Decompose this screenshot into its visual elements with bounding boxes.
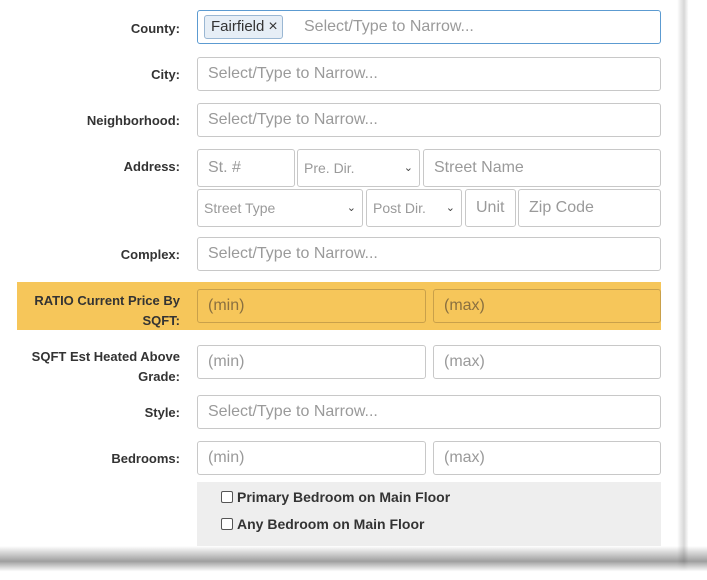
city-label: City: — [151, 67, 180, 82]
post-direction-select[interactable]: Post Dir. ⌄ — [366, 189, 462, 227]
complex-label: Complex: — [120, 247, 180, 262]
county-input[interactable]: Select/Type to Narrow... — [304, 11, 474, 43]
sqft-heated-label: SQFT Est Heated Above Grade: — [32, 347, 180, 387]
county-tag-fairfield: Fairfield × — [204, 15, 283, 39]
checkbox[interactable] — [221, 518, 233, 530]
county-label: County: — [130, 21, 180, 36]
bedrooms-min-input[interactable]: (min) — [197, 441, 426, 475]
ratio-label-line2: SQFT: — [142, 313, 180, 328]
street-type-select[interactable]: Street Type ⌄ — [197, 189, 363, 227]
style-label: Style: — [144, 405, 180, 420]
ratio-price-sqft-label: RATIO Current Price By SQFT: — [34, 291, 180, 331]
pre-direction-select[interactable]: Pre. Dir. ⌄ — [297, 149, 420, 187]
ratio-min-input[interactable]: (min) — [197, 289, 426, 323]
post-direction-value: Post Dir. — [373, 200, 426, 216]
remove-tag-icon[interactable]: × — [268, 18, 277, 35]
sqft-max-input[interactable]: (max) — [433, 345, 661, 379]
street-number-input[interactable]: St. # — [197, 149, 295, 187]
street-name-input[interactable]: Street Name — [423, 149, 661, 187]
checkbox-label: Primary Bedroom on Main Floor — [237, 489, 451, 505]
checkbox-label: Any Bedroom on Main Floor — [237, 516, 425, 532]
sqft-label-line2: Grade: — [138, 369, 180, 384]
county-multiselect[interactable]: Fairfield × Select/Type to Narrow... — [197, 10, 661, 44]
checkbox[interactable] — [221, 491, 233, 503]
torn-edge-bottom — [0, 546, 707, 580]
county-tag-label: Fairfield — [211, 18, 265, 35]
primary-bedroom-main-floor-option[interactable]: Primary Bedroom on Main Floor — [221, 489, 450, 505]
zip-code-input[interactable]: Zip Code — [518, 189, 661, 227]
chevron-down-icon: ⌄ — [445, 202, 455, 214]
bedroom-options-panel: Primary Bedroom on Main Floor Any Bedroo… — [197, 482, 661, 546]
ratio-label-line1: RATIO Current Price By — [34, 293, 180, 308]
search-form: County: Fairfield × Select/Type to Narrow… — [0, 0, 707, 580]
pre-direction-value: Pre. Dir. — [304, 160, 355, 176]
any-bedroom-main-floor-option[interactable]: Any Bedroom on Main Floor — [221, 516, 424, 532]
chevron-down-icon: ⌄ — [403, 162, 413, 174]
chevron-down-icon: ⌄ — [346, 202, 356, 214]
neighborhood-input[interactable]: Select/Type to Narrow... — [197, 103, 661, 137]
neighborhood-label: Neighborhood: — [86, 113, 180, 128]
ratio-max-input[interactable]: (max) — [433, 289, 661, 323]
complex-input[interactable]: Select/Type to Narrow... — [197, 237, 661, 271]
unit-input[interactable]: Unit — [465, 189, 516, 227]
style-input[interactable]: Select/Type to Narrow... — [197, 395, 661, 429]
address-label: Address: — [123, 159, 180, 174]
bedrooms-label: Bedrooms: — [111, 451, 180, 466]
street-type-value: Street Type — [204, 200, 276, 216]
city-input[interactable]: Select/Type to Narrow... — [197, 57, 661, 91]
sqft-min-input[interactable]: (min) — [197, 345, 426, 379]
sqft-label-line1: SQFT Est Heated Above — [31, 349, 180, 364]
torn-edge-right — [661, 0, 707, 580]
bedrooms-max-input[interactable]: (max) — [433, 441, 661, 475]
